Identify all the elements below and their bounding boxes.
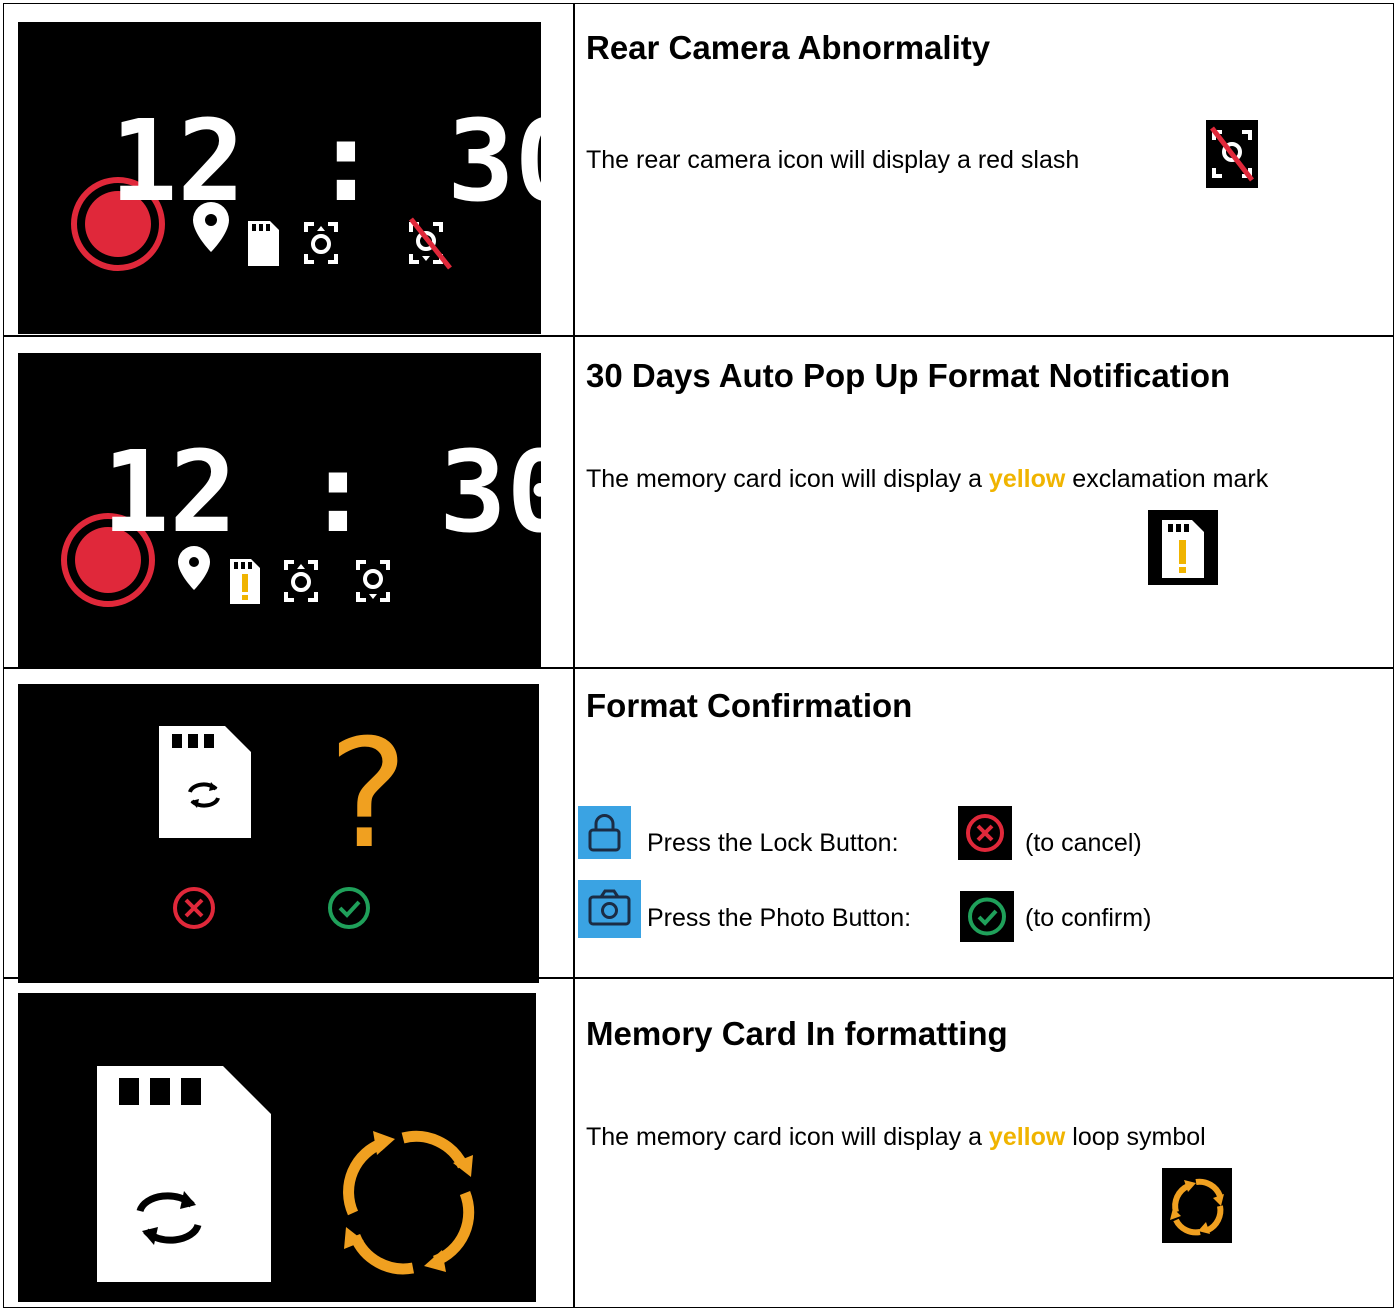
confirm-check-icon [328,887,370,929]
location-pin-icon [193,202,229,252]
row-title: Format Confirmation [586,687,913,724]
confirm-check-icon [960,891,1014,942]
memory-card-icon [248,221,279,266]
cancel-x-icon [958,806,1012,860]
description-text: The memory card icon will display a [586,465,989,493]
front-camera-icon [304,222,338,264]
rear-camera-slashed-icon [1206,120,1258,188]
rear-camera-icon [356,560,390,602]
loop-icon [343,1130,475,1275]
loop-icon [1162,1168,1232,1243]
question-mark-icon: ? [328,708,408,882]
row-divider [4,335,1393,337]
memory-card-format-icon [97,1066,271,1282]
dashcam-screen-memory-card-formatting [18,993,536,1302]
description-text: The memory card icon will display a [586,1123,989,1151]
dashcam-screen-format-confirmation: ? [18,684,539,983]
row-title: 30 Days Auto Pop Up Format Notification [586,357,1231,394]
row-description: The memory card icon will display a yell… [586,464,1356,494]
memory-card-warning-icon [230,559,260,604]
memory-card-format-icon [159,726,251,838]
lock-button-label: Press the Lock Button: [647,829,899,857]
photo-button-label: Press the Photo Button: [647,904,912,932]
row-title: Rear Camera Abnormality [586,29,991,66]
camera-icon [578,880,641,938]
location-pin-icon [178,546,210,590]
description-highlight: yellow [988,465,1066,493]
description-text: exclamation mark [1065,465,1269,493]
front-camera-icon [284,560,318,602]
description-highlight: yellow [988,1123,1066,1151]
column-divider [573,4,575,1307]
clock-time: 12 : 30 [102,428,541,558]
row-title: Memory Card In formatting [586,1015,1008,1052]
clock-time: 12 : 30 [110,97,541,227]
description-text: loop symbol [1065,1123,1206,1151]
confirm-note: (to confirm) [1025,904,1152,932]
memory-card-warning-icon [1148,510,1218,585]
cancel-note: (to cancel) [1025,829,1142,857]
cancel-x-icon [173,887,215,929]
dashcam-screen-rear-camera-abnormality: 12 : 30 [18,22,541,334]
lock-icon [578,806,631,859]
row-description: The memory card icon will display a yell… [586,1122,1356,1152]
dashcam-screen-format-notification: 12 : 30 [18,353,541,668]
